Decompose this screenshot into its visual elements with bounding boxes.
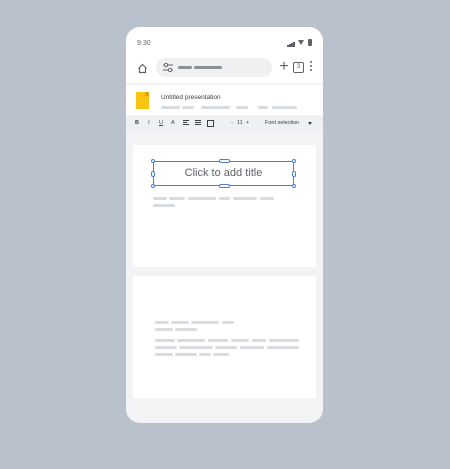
text-placeholder-line [222,321,234,324]
menu-placeholder[interactable] [182,106,194,109]
text-placeholder-line [213,353,229,356]
insert-box-icon[interactable] [207,120,214,127]
signal-icon [287,40,295,47]
font-size-value[interactable]: 11 [237,120,243,127]
resize-handle[interactable] [151,184,155,188]
text-placeholder-line [155,328,173,331]
text-placeholder-line [233,197,257,200]
address-bar[interactable] [156,58,272,77]
menu-placeholder[interactable] [161,106,180,109]
resize-handle[interactable] [292,159,296,163]
text-placeholder-line [188,197,216,200]
slide-1[interactable]: Click to add title [133,145,316,267]
resize-handle[interactable] [292,171,296,177]
text-placeholder-line [177,339,205,342]
text-placeholder-line [155,339,175,342]
tune-icon[interactable] [162,62,174,73]
text-placeholder-line [215,346,237,349]
resize-handle[interactable] [151,159,155,163]
format-toolbar: B I U A - 11 + Font selection [126,116,323,131]
text-placeholder-line [175,353,197,356]
chevron-down-icon[interactable] [308,122,312,125]
text-placeholder-line [169,197,185,200]
text-color-button[interactable]: A [171,120,175,127]
document-title[interactable]: Untitled presentation [161,94,221,101]
home-icon[interactable] [137,63,148,74]
slides-file-icon [136,92,149,109]
slide-title-placeholder[interactable]: Click to add title [154,162,293,185]
align-left-icon[interactable] [183,120,189,126]
text-placeholder-line [175,328,197,331]
text-placeholder-line [219,197,230,200]
resize-handle[interactable] [151,171,155,177]
resize-handle[interactable] [219,159,230,163]
more-menu-icon[interactable] [309,61,313,75]
text-placeholder-line [231,339,249,342]
text-placeholder-line [155,353,173,356]
title-placeholder-box[interactable]: Click to add title [151,159,296,188]
font-size-decrease-button[interactable]: - [231,120,233,127]
url-placeholder [178,66,192,69]
phone-frame: 9:30 + 3 Untitled presentation B I U A -… [126,27,323,423]
battery-icon [308,39,312,46]
text-placeholder-line [240,346,264,349]
text-placeholder-line [199,353,211,356]
text-placeholder-line [260,197,274,200]
font-size-increase-button[interactable]: + [246,120,249,127]
text-placeholder-line [269,339,299,342]
tab-switcher-button[interactable]: 3 [293,62,304,73]
font-selection-dropdown[interactable]: Font selection [265,120,299,127]
text-placeholder-line [179,346,213,349]
menu-placeholder[interactable] [272,106,297,109]
menu-placeholder[interactable] [236,106,248,109]
text-placeholder-line [252,339,266,342]
browser-toolbar: + 3 [126,55,323,83]
underline-button[interactable]: U [159,120,163,127]
text-placeholder-line [171,321,189,324]
menu-placeholder[interactable] [201,106,230,109]
text-placeholder-line [155,346,177,349]
status-time: 9:30 [137,40,151,47]
text-placeholder-line [267,346,299,349]
bold-button[interactable]: B [135,120,139,127]
resize-handle[interactable] [219,184,230,188]
text-placeholder-line [153,204,175,207]
wifi-icon [298,40,304,45]
url-placeholder [194,66,222,69]
italic-button[interactable]: I [148,120,150,127]
align-justify-icon[interactable] [195,120,201,126]
menu-placeholder[interactable] [258,106,268,109]
slide-2[interactable] [133,276,316,398]
text-placeholder-line [155,321,169,324]
new-tab-button[interactable]: + [278,58,290,76]
status-bar: 9:30 [126,27,323,55]
resize-handle[interactable] [292,184,296,188]
document-header: Untitled presentation [126,85,323,115]
text-placeholder-line [153,197,167,200]
text-placeholder-line [191,321,219,324]
text-placeholder-line [208,339,228,342]
